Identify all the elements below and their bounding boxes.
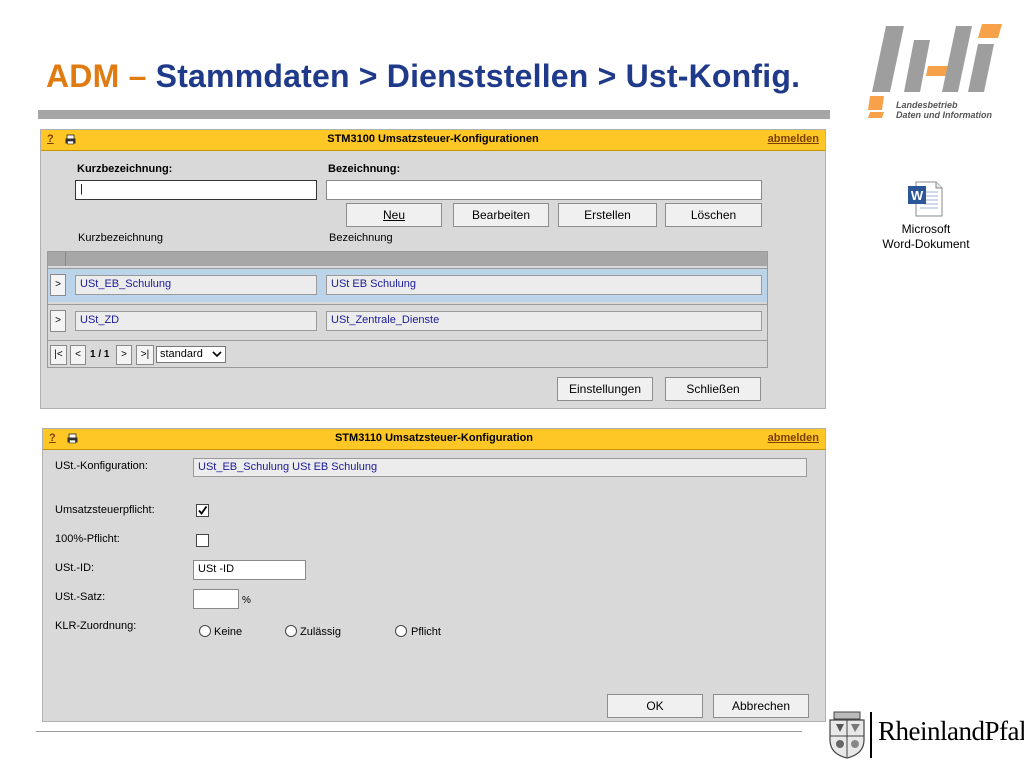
bezeichnung-input[interactable] [326,180,762,200]
erstellen-button[interactable]: Erstellen [558,203,657,227]
schliessen-button-label: Schließen [686,382,740,396]
results-table: > USt_EB_Schulung USt EB Schulung > USt_… [47,251,768,368]
word-document-label[interactable]: Microsoft Word-Dokument [862,222,990,252]
ust-id-label: USt.-ID: [55,562,95,574]
logout-link[interactable]: abmelden [768,432,819,444]
schliessen-button[interactable]: Schließen [665,377,761,401]
prev-page-button[interactable]: < [70,345,86,365]
column-header-kurzbezeichnung: Kurzbezeichnung [78,232,164,244]
row-select-button[interactable]: > [50,274,66,296]
rlp-logo-text: RheinlandPfalz [878,716,1024,746]
rlp-logo: RheinlandPfalz [824,706,1024,764]
umsatzsteuerpflicht-label: Umsatzsteuerpflicht: [55,504,155,516]
last-page-button[interactable]: >| [136,345,154,365]
word-label-line1: Microsoft [901,222,951,236]
klr-radio-keine[interactable] [199,625,211,637]
logo-separator [870,712,872,758]
row-bezeichnung: USt_Zentrale_Dienste [326,311,762,331]
klr-radio-pflicht[interactable] [395,625,407,637]
loeschen-button[interactable]: Löschen [665,203,762,227]
title-divider [38,110,830,119]
svg-text:W: W [911,188,924,203]
konfiguration-field: USt_EB_Schulung USt EB Schulung [193,458,807,477]
pflicht100-label: 100%-Pflicht: [55,533,120,545]
table-row[interactable]: > USt_EB_Schulung USt EB Schulung [48,268,767,302]
chevron-down-icon [212,351,222,358]
pflicht100-checkbox[interactable] [196,534,209,547]
kurzbezeichnung-input[interactable]: | [75,180,317,200]
dialog-header: ? STM3110 Umsatzsteuer-Konfiguration abm… [43,429,825,450]
bezeichnung-label: Bezeichnung: [328,163,401,175]
klr-zuordnung-label: KLR-Zuordnung: [55,620,137,632]
ok-button[interactable]: OK [607,694,703,718]
table-header [48,252,767,266]
einstellungen-button[interactable]: Einstellungen [557,377,653,401]
dialog-stm3100: ? STM3100 Umsatzsteuer-Konfigurationen a… [40,129,826,409]
klr-option-keine: Keine [214,626,243,638]
neu-button-label: Neu [382,208,405,222]
ust-satz-input[interactable] [193,589,239,609]
table-row[interactable]: > USt_ZD USt_Zentrale_Dienste [48,304,767,338]
dialog-header: ? STM3100 Umsatzsteuer-Konfigurationen a… [41,130,825,151]
row-select-button[interactable]: > [50,310,66,332]
loeschen-button-label: Löschen [690,208,737,222]
coat-of-arms-icon [829,711,865,759]
umsatzsteuerpflicht-checkbox[interactable] [196,504,209,517]
word-label-line2: Word-Dokument [882,237,970,251]
neu-button[interactable]: Neu [346,203,442,227]
bearbeiten-button-label: Bearbeiten [471,208,531,222]
ldi-logo-line2: Daten und Information [896,110,992,120]
ok-button-label: OK [646,699,664,713]
percent-unit: % [242,595,251,606]
ust-satz-label: USt.-Satz: [55,591,106,603]
view-select-value: standard [160,348,203,360]
ldi-logo-line1: Landesbetrieb [896,100,958,110]
ust-id-input[interactable]: USt -ID [193,560,306,580]
erstellen-button-label: Erstellen [584,208,631,222]
dialog-title: STM3100 Umsatzsteuer-Konfigurationen [327,133,539,145]
abbrechen-button-label: Abbrechen [731,699,791,713]
klr-option-zulaessig: Zulässig [300,626,341,638]
kurzbezeichnung-label: Kurzbezeichnung: [77,163,173,175]
slide-title-prefix: ADM – [46,58,147,94]
klr-option-pflicht: Pflicht [411,626,441,638]
slide-title-text: Stammdaten > Dienststellen > Ust-Konfig. [146,58,801,94]
dialog-stm3110: ? STM3110 Umsatzsteuer-Konfiguration abm… [42,428,826,722]
abbrechen-button[interactable]: Abbrechen [713,694,809,718]
first-page-button[interactable]: |< [50,345,67,365]
row-kurzbezeichnung: USt_EB_Schulung [75,275,317,295]
page-indicator: 1 / 1 [90,349,110,360]
row-kurzbezeichnung: USt_ZD [75,311,317,331]
view-select[interactable]: standard [156,346,226,363]
dialog-title: STM3110 Umsatzsteuer-Konfiguration [334,432,534,444]
logout-link[interactable]: abmelden [768,133,819,145]
column-header-bezeichnung: Bezeichnung [329,232,393,244]
bearbeiten-button[interactable]: Bearbeiten [453,203,549,227]
ldi-logo: Landesbetrieb Daten und Information [864,18,1010,126]
konfiguration-label: USt.-Konfiguration: [55,460,148,472]
next-page-button[interactable]: > [116,345,132,365]
row-bezeichnung: USt EB Schulung [326,275,762,295]
word-document-icon[interactable]: W [906,180,944,218]
pagination-bar: |< < 1 / 1 > >| standard [48,340,767,369]
checkmark-icon [198,505,208,515]
einstellungen-button-label: Einstellungen [568,382,642,396]
footer-divider [36,731,802,732]
slide-title: ADM – Stammdaten > Dienststellen > Ust-K… [46,58,800,95]
klr-radio-zulaessig[interactable] [285,625,297,637]
